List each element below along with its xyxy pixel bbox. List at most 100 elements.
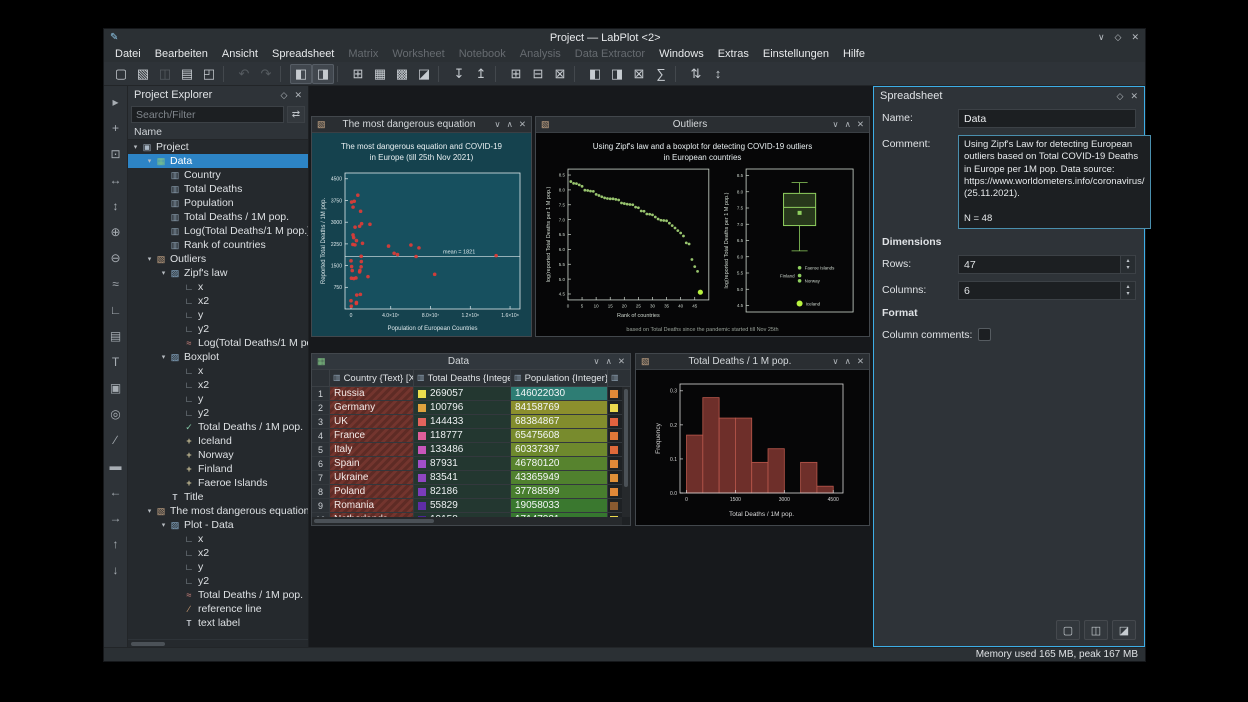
expander-icon[interactable]: ▾	[144, 507, 155, 515]
tree-item[interactable]: Log(Total Deaths/1 M pop.)	[128, 224, 308, 238]
tree-item[interactable]: Total Deaths	[128, 182, 308, 196]
country-cell[interactable]: France	[330, 429, 414, 443]
menu-spreadsheet[interactable]: Spreadsheet	[265, 48, 341, 60]
tree-item[interactable]: Country	[128, 168, 308, 182]
print-preview-button[interactable]: ◰	[198, 64, 220, 84]
mdi-minimize-button[interactable]: ∨	[832, 356, 838, 367]
tree-item[interactable]: x2	[128, 546, 308, 560]
spin-down-icon[interactable]: ▾	[1126, 265, 1129, 272]
extra-column-cell[interactable]	[608, 443, 622, 457]
dock-float-button[interactable]: ◇	[281, 90, 288, 101]
mdi-titlebar[interactable]: Total Deaths / 1 M pop. ∨∧✕	[636, 354, 869, 370]
dock-close-button[interactable]: ✕	[294, 90, 302, 101]
tree-item[interactable]: ▾ Outliers	[128, 252, 308, 266]
add-legend-tool[interactable]: ▤	[110, 330, 121, 342]
tree-item[interactable]: ▾ Data	[128, 154, 308, 168]
zoom-x-tool[interactable]: ↔	[110, 174, 122, 186]
total-deaths-cell[interactable]: 87931	[414, 457, 511, 471]
add-reference-line-tool[interactable]: ∕	[114, 434, 116, 446]
rows-spinbox[interactable]: 47 ▴ ▾	[958, 255, 1136, 274]
table-horizontal-scrollbar[interactable]	[312, 517, 622, 525]
window-titlebar[interactable]: ✎ Project — LabPlot <2> ∨ ◇ ✕	[104, 29, 1145, 46]
export-data-button[interactable]: ↥	[470, 64, 492, 84]
crosshair-tool[interactable]: +	[112, 122, 119, 134]
extra-column-cell[interactable]	[608, 401, 622, 415]
total-deaths-cell[interactable]: 83541	[414, 471, 511, 485]
total-deaths-cell[interactable]: 118777	[414, 429, 511, 443]
column-header[interactable]: Population {Integer} [Y]	[511, 370, 608, 386]
load-template-button[interactable]: ▢	[1056, 620, 1080, 640]
shift-up-tool[interactable]: ↑	[113, 538, 119, 550]
project-explorer-titlebar[interactable]: Project Explorer ◇ ✕	[128, 86, 308, 104]
zipf-scatter-plot[interactable]: 0510152025303540454.55.05.56.06.57.07.58…	[544, 165, 714, 320]
population-cell[interactable]: 60337397	[511, 443, 608, 457]
new-worksheet-button[interactable]: ▩	[391, 64, 413, 84]
expander-icon[interactable]: ▾	[158, 353, 169, 361]
country-cell[interactable]: Poland	[330, 485, 414, 499]
mdi-titlebar[interactable]: Outliers ∨∧✕	[536, 117, 869, 133]
tree-item[interactable]: Total Deaths / 1M pop.	[128, 420, 308, 434]
columns-spinbox[interactable]: 6 ▴ ▾	[958, 281, 1136, 300]
population-cell[interactable]: 84158769	[511, 401, 608, 415]
columns-value[interactable]: 6	[959, 282, 1120, 299]
explorer-horizontal-scrollbar[interactable]	[128, 639, 308, 647]
outliers-boxplot[interactable]: 4.55.05.56.06.57.07.58.08.5log(reported …	[722, 165, 861, 320]
menu-einstellungen[interactable]: Einstellungen	[756, 48, 836, 60]
new-notebook-button[interactable]: ◪	[413, 64, 435, 84]
mdi-window-histogram[interactable]: Total Deaths / 1 M pop. ∨∧✕ 015003000450…	[635, 353, 870, 526]
row-number-cell[interactable]: 8	[312, 485, 330, 499]
country-cell[interactable]: Romania	[330, 499, 414, 513]
tree-item[interactable]: ▾ Zipf's law	[128, 266, 308, 280]
tree-item[interactable]: Total Deaths / 1M pop.	[128, 210, 308, 224]
minimize-window-icon[interactable]: ∨	[1098, 32, 1105, 43]
country-cell[interactable]: Russia	[330, 387, 414, 401]
add-custom-point-tool[interactable]: ◎	[110, 408, 120, 420]
mdi-maximize-button[interactable]: ∧	[845, 119, 851, 130]
add-curve-tool[interactable]: ≈	[112, 278, 119, 290]
save-default-button[interactable]: ◪	[1112, 620, 1136, 640]
tree-column-header[interactable]: Name	[128, 125, 308, 140]
new-matrix-button[interactable]: ▦	[369, 64, 391, 84]
tree-item[interactable]: x	[128, 280, 308, 294]
mdi-close-button[interactable]: ✕	[857, 356, 864, 367]
mdi-maximize-button[interactable]: ∧	[845, 356, 851, 367]
population-cell[interactable]: 65475608	[511, 429, 608, 443]
tree-item[interactable]: Total Deaths / 1M pop.	[128, 588, 308, 602]
tree-item[interactable]: x	[128, 532, 308, 546]
menu-hilfe[interactable]: Hilfe	[836, 48, 872, 60]
menu-bearbeiten[interactable]: Bearbeiten	[148, 48, 215, 60]
mdi-close-button[interactable]: ✕	[519, 119, 526, 130]
row-number-cell[interactable]: 9	[312, 499, 330, 513]
extra-column-cell[interactable]	[608, 485, 622, 499]
comment-field[interactable]: Using Zipf's Law for detecting European …	[958, 135, 1151, 229]
row-number-cell[interactable]: 6	[312, 457, 330, 471]
mdi-minimize-button[interactable]: ∨	[494, 119, 500, 130]
row-number-cell[interactable]: 7	[312, 471, 330, 485]
tree-item[interactable]: y2	[128, 406, 308, 420]
mdi-close-button[interactable]: ✕	[618, 356, 625, 367]
country-cell[interactable]: Ukraine	[330, 471, 414, 485]
mdi-window-outliers[interactable]: Outliers ∨∧✕ Using Zipf's law and a boxp…	[535, 116, 870, 337]
equation-scatter-plot[interactable]: 04.0×10⁷8.0×10⁷1.2×10⁸1.6×10⁸75015002250…	[315, 167, 528, 333]
mdi-window-data[interactable]: Data ∨∧✕ Country {Text} [X]	[311, 353, 631, 526]
expander-icon[interactable]: ▾	[144, 157, 155, 165]
tree-item[interactable]: Faeroe Islands	[128, 476, 308, 490]
extra-column-cell[interactable]	[608, 429, 622, 443]
undo-button[interactable]: ↶	[233, 64, 255, 84]
tree-item[interactable]: Population	[128, 196, 308, 210]
remove-columns-button[interactable]: ⊠	[628, 64, 650, 84]
insert-row-below-button[interactable]: ⊟	[527, 64, 549, 84]
filter-options-button[interactable]: ⇄	[287, 106, 305, 123]
row-number-cell[interactable]: 2	[312, 401, 330, 415]
zoom-out-tool[interactable]: ⊖	[110, 252, 120, 264]
tree-item[interactable]: ▾ Boxplot	[128, 350, 308, 364]
row-number-cell[interactable]: 1	[312, 387, 330, 401]
column-statistics-button[interactable]: ∑	[650, 64, 672, 84]
population-cell[interactable]: 46780120	[511, 457, 608, 471]
tree-item[interactable]: Rank of countries	[128, 238, 308, 252]
mdi-maximize-button[interactable]: ∧	[507, 119, 513, 130]
tree-item[interactable]: y2	[128, 322, 308, 336]
spinner-arrows[interactable]: ▴ ▾	[1120, 256, 1135, 273]
extra-column-cell[interactable]	[608, 415, 622, 429]
tree-item[interactable]: ▾ The most dangerous equation	[128, 504, 308, 518]
